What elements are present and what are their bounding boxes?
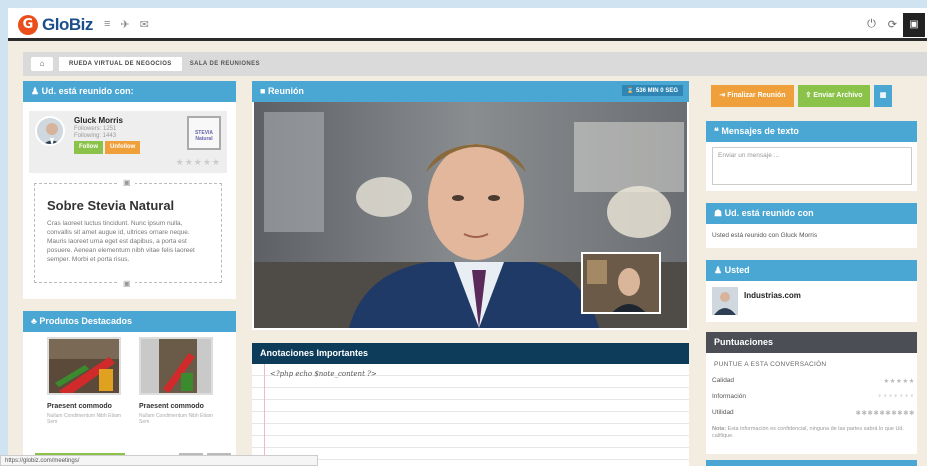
- menu-icon[interactable]: ≡: [104, 18, 110, 31]
- score-label: Información: [712, 393, 746, 400]
- about-text: Cras laoreet luctus tincidunt. Nunc ipsu…: [47, 220, 195, 263]
- status-bar-url: https://globiz.com/meetings/: [0, 455, 318, 466]
- avatar[interactable]: [712, 287, 738, 315]
- top-bar: G GloBiz ≡ ✈ ✉ ⏻ ⟳ ▣: [8, 8, 927, 41]
- power-icon[interactable]: ⏻: [867, 18, 876, 31]
- breadcrumb-current: SALA DE REUNIONES: [189, 61, 260, 67]
- user-icon: ♟: [31, 86, 42, 96]
- breadcrumb: ⌂ RUEDA VIRTUAL DE NEGOCIOS SALA DE REUN…: [23, 52, 927, 76]
- notes-panel: Anotaciones Importantes <?php echo $note…: [252, 343, 689, 466]
- video-icon: ■: [260, 86, 268, 96]
- image-icon: ▣: [119, 178, 135, 187]
- action-buttons: ⇥ Finalizar Reunión ⇪ Enviar Archivo ▦: [711, 85, 911, 107]
- app-frame: G GloBiz ≡ ✈ ✉ ⏻ ⟳ ▣ ⌂ RUEDA VIRTUAL DE …: [8, 8, 927, 466]
- finalize-meeting-button[interactable]: ⇥ Finalizar Reunión: [711, 85, 794, 107]
- home-icon[interactable]: ⌂: [31, 57, 53, 71]
- following-count: Following: 1443: [74, 133, 117, 139]
- met-with-panel: ☗ Ud. está reunido con Usted está reunid…: [706, 203, 917, 248]
- panel-header: ♟ Ud. está reunido con:: [23, 81, 236, 102]
- product-name[interactable]: Praesent commodo: [47, 403, 129, 410]
- met-with-text: Usted está reunido con Gluck Morris: [712, 232, 818, 239]
- meeting-with-panel: ♟ Ud. está reunido con: Gluck Morris Fol…: [23, 81, 236, 299]
- company-name[interactable]: Industrias.com: [744, 291, 801, 300]
- company-logo[interactable]: STEVIA Natural: [187, 116, 221, 150]
- score-label: Calidad: [712, 377, 735, 384]
- logo[interactable]: G GloBiz: [18, 15, 93, 35]
- product-subtitle: Nullam Condimentum Nibh Etiam Sem: [47, 413, 121, 425]
- breadcrumb-item[interactable]: RUEDA VIRTUAL DE NEGOCIOS: [59, 57, 182, 71]
- notes-content: <?php echo $note_content ?>: [270, 370, 377, 378]
- rating-stars[interactable]: ★★★★★: [176, 157, 221, 168]
- button-label: Finalizar Reunión: [727, 92, 786, 99]
- score-label: Utilidad: [712, 409, 734, 416]
- notes-textarea[interactable]: <?php echo $note_content ?>: [252, 364, 689, 460]
- meeting-timer: ⌛ 536 MIN 0 SEG: [621, 85, 683, 96]
- screen-icon[interactable]: ▣: [903, 13, 925, 37]
- send-icon[interactable]: ✈: [120, 18, 129, 31]
- users-icon: ☗: [714, 208, 725, 218]
- unfollow-button[interactable]: Unfollow: [105, 141, 141, 154]
- panel-header: Puntuaciones: [706, 332, 917, 353]
- product-subtitle: Nullam Condimentum Nibh Etiam Sem: [139, 413, 213, 425]
- score-stars[interactable]: ★★★★★: [883, 377, 915, 385]
- panel-header: ♣ Produtos Destacados: [23, 311, 236, 332]
- panel-title: Reunión: [267, 86, 304, 96]
- profile-card: Gluck Morris Followers: 1251 Following: …: [29, 111, 227, 173]
- panel-title: Ud. está reunido con:: [41, 86, 134, 96]
- panel-header: ♟ Usted: [706, 260, 917, 281]
- scores-panel: Puntuaciones PUNTUE A ESTA CONVERSACIÓN …: [706, 332, 917, 454]
- hourglass-icon: ⌛: [626, 88, 636, 94]
- logo-text: GloBiz: [42, 15, 93, 34]
- panel-header: ❝ Mensajes de texto: [706, 121, 917, 142]
- score-row: Utilidad ✱✱✱✱✱✱✱✱✱✱: [712, 409, 915, 421]
- followers-count: Followers: 1251: [74, 126, 117, 132]
- messages-panel: ❝ Mensajes de texto Enviar un mensaje ..…: [706, 121, 917, 191]
- you-panel: ♟ Usted Industrias.com: [706, 260, 917, 322]
- featured-products-panel: ♣ Produtos Destacados Praesent commodo N…: [23, 311, 236, 466]
- message-input[interactable]: Enviar un mensaje ...: [712, 147, 912, 185]
- timer-value: 536 MIN 0 SEG: [635, 88, 678, 94]
- local-video-preview[interactable]: [581, 252, 661, 314]
- product-image[interactable]: [139, 337, 213, 395]
- product-card[interactable]: Praesent commodo Nullam Condimentum Nibh…: [47, 337, 129, 425]
- refresh-icon[interactable]: ⟳: [888, 18, 897, 31]
- calendar-icon[interactable]: ▦: [874, 85, 892, 107]
- follow-button[interactable]: Follow: [74, 141, 103, 154]
- margin-line: [264, 364, 265, 460]
- toolbar-icons: ≡ ✈ ✉: [104, 18, 149, 31]
- mail-icon[interactable]: ✉: [140, 18, 149, 31]
- next-panel-header: [706, 460, 917, 466]
- video-panel: ■ Reunión ⌛ 536 MIN 0 SEG: [252, 81, 689, 330]
- scores-prompt: PUNTUE A ESTA CONVERSACIÓN: [714, 361, 827, 368]
- send-file-button[interactable]: ⇪ Enviar Archivo: [798, 85, 870, 107]
- product-name[interactable]: Praesent commodo: [139, 403, 221, 410]
- avatar[interactable]: [35, 116, 65, 146]
- panel-title: Produtos Destacados: [39, 316, 132, 326]
- note-label: Nota:: [712, 426, 727, 432]
- panel-title: Mensajes de texto: [721, 126, 799, 136]
- user-icon: ♟: [714, 265, 725, 275]
- score-stars[interactable]: ♆♆♆♆♆♆♆: [877, 393, 915, 400]
- product-card[interactable]: Praesent commodo Nullam Condimentum Nibh…: [139, 337, 221, 425]
- note-text: Esta información es confidencial, ningun…: [712, 426, 905, 439]
- button-label: Enviar Archivo: [813, 92, 863, 99]
- toolbar-right: ⏻ ⟳: [867, 18, 897, 31]
- person-name[interactable]: Gluck Morris: [74, 116, 123, 125]
- about-card: ▣ Sobre Stevia Natural Cras laoreet luct…: [34, 178, 222, 288]
- scores-note: Nota: Esta información es confidencial, …: [712, 426, 915, 440]
- image-icon: ▣: [119, 279, 135, 288]
- panel-header: Anotaciones Importantes: [252, 343, 689, 364]
- panel-title: Usted: [724, 265, 750, 275]
- score-stars[interactable]: ✱✱✱✱✱✱✱✱✱✱: [856, 409, 915, 417]
- panel-header: ☗ Ud. está reunido con: [706, 203, 917, 224]
- score-row: Información ♆♆♆♆♆♆♆: [712, 393, 915, 405]
- score-row: Calidad ★★★★★: [712, 377, 915, 389]
- remote-video[interactable]: [254, 102, 687, 328]
- product-image[interactable]: [47, 337, 121, 395]
- about-title: Sobre Stevia Natural: [47, 198, 175, 213]
- logo-mark: G: [18, 15, 38, 35]
- panel-title: Ud. está reunido con: [724, 208, 814, 218]
